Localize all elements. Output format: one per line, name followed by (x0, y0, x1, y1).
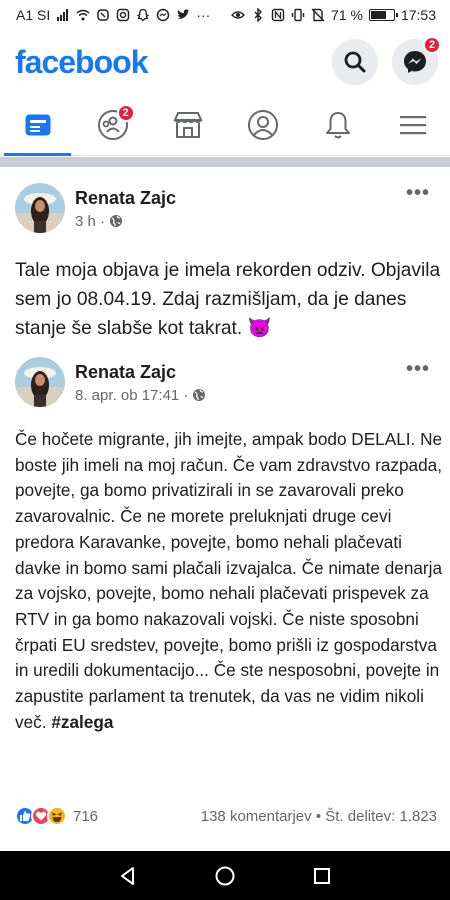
tab-notifications[interactable] (300, 94, 375, 155)
no-sim-icon (311, 8, 325, 22)
vibrate-icon (291, 8, 305, 22)
post-more-button[interactable]: ••• (406, 182, 430, 205)
post-meta: Renata Zajc 3 h · (75, 187, 440, 230)
globe-icon (193, 389, 206, 401)
shared-post-time-row: 8. apr. ob 17:41 · (75, 387, 440, 404)
shared-post-meta: Renata Zajc 8. apr. ob 17:41 · (75, 361, 440, 404)
shares-count[interactable]: Št. delitev: 1.823 (325, 808, 437, 825)
post-header: Renata Zajc 3 h · ••• (15, 180, 440, 236)
search-button[interactable] (332, 39, 378, 85)
avatar[interactable] (15, 183, 65, 233)
avatar[interactable] (15, 357, 65, 407)
instagram-icon (117, 8, 130, 22)
clock: 17:53 (400, 7, 436, 23)
news-feed-icon (25, 114, 50, 135)
post-footer: 716 138 komentarjev • Št. delitev: 1.823 (15, 802, 437, 830)
eye-icon (231, 11, 246, 19)
status-bar: A1 SI ··· 71 % 17:53 (0, 0, 450, 30)
header-actions: 2 (332, 36, 441, 85)
engagement-stats: 138 komentarjev • Št. delitev: 1.823 (201, 808, 437, 825)
post-time-row: 3 h · (75, 213, 440, 230)
tab-marketplace[interactable] (150, 94, 225, 155)
system-nav-bar (0, 851, 450, 900)
phone-icon (97, 9, 109, 21)
comments-count[interactable]: 138 komentarjev (201, 808, 312, 825)
hashtag-link[interactable]: #zalega (51, 712, 113, 732)
snapchat-icon (137, 8, 150, 22)
avatar-image (15, 357, 65, 407)
shared-post-more-button[interactable]: ••• (406, 358, 430, 381)
nfc-icon (271, 8, 285, 22)
tab-groups[interactable]: 2 (75, 94, 150, 155)
reaction-count: 716 (73, 807, 99, 825)
wifi-icon (76, 9, 90, 21)
search-icon (344, 51, 366, 73)
signal-icon (57, 9, 69, 21)
shared-post-text: Če hočete migrante, jih imejte, ampak bo… (15, 427, 443, 735)
profile-icon (247, 109, 278, 140)
shared-author-name[interactable]: Renata Zajc (75, 361, 440, 383)
status-bar-left: A1 SI ··· (16, 7, 210, 23)
carrier-label: A1 SI (16, 7, 51, 23)
tab-menu[interactable] (375, 94, 450, 155)
reactions-summary[interactable]: 716 (15, 806, 98, 826)
app-header: facebook 2 (0, 30, 450, 94)
messenger-icon (404, 51, 426, 73)
shared-post-header: Renata Zajc 8. apr. ob 17:41 · ••• (15, 356, 440, 408)
groups-badge: 2 (116, 104, 135, 122)
tab-news-feed[interactable] (0, 94, 75, 156)
messenger-status-icon (157, 8, 170, 22)
home-icon[interactable] (214, 865, 236, 887)
more-notifications: ··· (196, 7, 211, 23)
shared-post-time[interactable]: 8. apr. ob 17:41 · (75, 387, 188, 404)
status-bar-right: 71 % 17:53 (231, 7, 436, 23)
battery-icon (368, 9, 398, 21)
tab-profile[interactable] (225, 94, 300, 155)
facebook-logo[interactable]: facebook (15, 44, 148, 81)
bluetooth-icon (254, 8, 263, 22)
avatar-image (15, 183, 65, 233)
battery-fill (370, 11, 386, 19)
messenger-badge: 2 (423, 36, 441, 54)
tab-bar: 2 (0, 94, 450, 156)
bell-icon (325, 111, 350, 138)
messenger-button[interactable]: 2 (392, 36, 441, 85)
marketplace-icon (172, 111, 203, 138)
post-text: Tale moja objava je imela rekorden odziv… (15, 260, 441, 339)
shared-post-body: Če hočete migrante, jih imejte, ampak bo… (15, 429, 443, 732)
globe-icon (110, 215, 123, 227)
feed-divider (0, 157, 450, 167)
recents-icon[interactable] (311, 865, 333, 887)
back-icon[interactable] (117, 865, 139, 887)
author-name[interactable]: Renata Zajc (75, 187, 440, 209)
twitter-icon (177, 9, 190, 19)
stats-separator: • (315, 807, 326, 825)
post-time[interactable]: 3 h · (75, 213, 105, 230)
hamburger-icon (399, 115, 426, 134)
battery-percent: 71 % (331, 7, 363, 23)
haha-reaction-icon (47, 806, 67, 826)
